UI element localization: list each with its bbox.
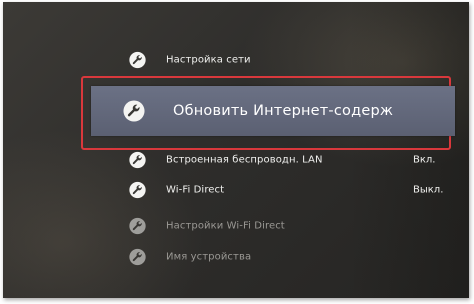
menu-item-label: Имя устройства bbox=[166, 251, 252, 263]
menu-item-label: Обновить Интернет-содерж bbox=[173, 103, 394, 119]
menu-item-wifi-direct[interactable]: Wi-Fi Direct Выкл. bbox=[3, 176, 469, 204]
wrench-icon bbox=[129, 218, 146, 235]
menu-item-label: Встроенная беспроводн. LAN bbox=[166, 154, 323, 166]
wrench-icon bbox=[129, 152, 146, 169]
selection-outline: Обновить Интернет-содерж bbox=[81, 76, 455, 150]
menu-item-network-settings[interactable]: Настройка сети bbox=[3, 46, 469, 74]
wrench-icon bbox=[129, 249, 146, 266]
wrench-icon bbox=[129, 52, 146, 69]
menu-item-label: Настройка сети bbox=[166, 54, 251, 66]
menu-item-built-in-wireless-lan[interactable]: Встроенная беспроводн. LAN Вкл. bbox=[3, 146, 469, 174]
menu-item-value: Выкл. bbox=[413, 184, 444, 196]
menu-item-label: Wi-Fi Direct bbox=[166, 184, 225, 196]
tv-settings-screen: Настройка сети Обновить Интернет-содерж … bbox=[3, 2, 469, 298]
wrench-icon bbox=[129, 182, 146, 199]
menu-item-device-name: Имя устройства bbox=[3, 243, 469, 271]
menu-item-value: Вкл. bbox=[413, 154, 436, 166]
menu-item-update-internet-content[interactable]: Обновить Интернет-содерж bbox=[91, 86, 455, 136]
wrench-icon bbox=[123, 100, 145, 122]
menu-item-wifi-direct-settings: Настройки Wi-Fi Direct bbox=[3, 212, 469, 240]
menu-item-label: Настройки Wi-Fi Direct bbox=[166, 220, 285, 232]
